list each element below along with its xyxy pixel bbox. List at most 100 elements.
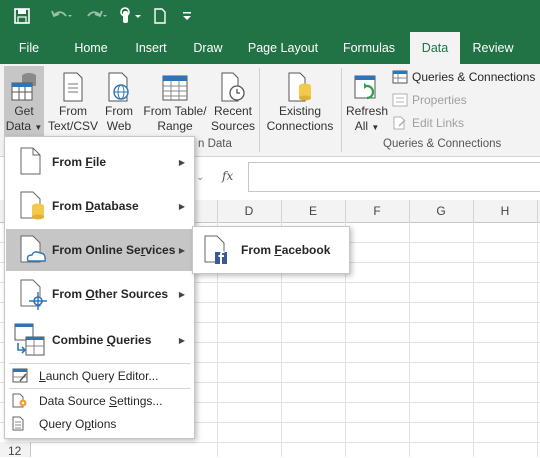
edit-links-label: Edit Links: [412, 116, 465, 130]
undo-icon[interactable]: [48, 6, 74, 26]
from-text-csv-label-1: From: [59, 104, 87, 118]
chevron-right-icon: ▶: [178, 201, 185, 211]
menu-item-label: From Database: [52, 199, 139, 213]
menu-item-combine-queries[interactable]: Combine Queries ▶: [6, 319, 193, 361]
column-header-e[interactable]: E: [281, 200, 346, 222]
existing-connections-icon: [287, 72, 313, 102]
formula-bar-dropdown-icon[interactable]: ⌄: [196, 168, 246, 188]
menu-item-from-online-services[interactable]: From Online Services ▶: [6, 229, 193, 271]
tab-home[interactable]: Home: [64, 32, 118, 64]
chevron-right-icon: ▶: [178, 289, 185, 299]
recent-sources-label-1: Recent: [213, 104, 253, 118]
combine-queries-icon: [14, 323, 45, 356]
tab-formulas[interactable]: Formulas: [334, 32, 404, 64]
get-data-label-1: Get: [14, 104, 34, 118]
properties-icon: [392, 93, 408, 107]
customize-qat-icon[interactable]: [180, 6, 194, 26]
from-table-range-label-1: From Table/: [143, 104, 207, 118]
menu-item-from-other-sources[interactable]: From Other Sources ▶: [6, 273, 193, 315]
from-web-label-2: Web: [106, 119, 132, 133]
group-label-queries-connections: Queries & Connections: [383, 138, 502, 150]
edit-links-button[interactable]: Edit Links: [392, 116, 464, 130]
get-data-button[interactable]: Get Data ▼: [4, 66, 44, 136]
from-table-range-label-2: Range: [157, 119, 193, 133]
save-icon[interactable]: [12, 6, 32, 26]
menu-item-query-options[interactable]: Query Options: [6, 413, 193, 434]
properties-label: Properties: [412, 93, 467, 107]
column-header-f[interactable]: F: [345, 200, 410, 222]
menu-item-label: Query Options: [39, 416, 117, 431]
insert-function-button[interactable]: fx: [222, 166, 238, 186]
formula-input[interactable]: [248, 162, 540, 192]
file-icon: [20, 147, 41, 175]
tab-review[interactable]: Review: [466, 32, 520, 64]
data-source-settings-icon: [12, 393, 27, 408]
chevron-right-icon: ▶: [178, 335, 185, 345]
row-header[interactable]: 12: [0, 442, 31, 458]
menu-item-from-database[interactable]: From Database ▶: [6, 185, 193, 227]
tab-page-layout[interactable]: Page Layout: [240, 32, 326, 64]
existing-connections-label-2: Connections: [266, 119, 334, 133]
menu-item-launch-query-editor[interactable]: Launch Query Editor...: [6, 365, 193, 386]
recent-sources-label-2: Sources: [210, 119, 256, 133]
group-label-get-transform: n Data: [198, 138, 232, 150]
menu-item-label: From Facebook: [241, 243, 331, 257]
menu-item-data-source-settings[interactable]: Data Source Settings...: [6, 390, 193, 411]
from-web-button[interactable]: From Web: [100, 66, 138, 134]
menu-item-from-facebook[interactable]: From Facebook: [194, 231, 348, 269]
ribbon-separator: [259, 68, 260, 152]
column-header-h[interactable]: H: [473, 200, 538, 222]
from-text-csv-button[interactable]: From Text/CSV: [46, 66, 100, 134]
existing-connections-button[interactable]: Existing Connections: [262, 66, 338, 134]
database-icon: [20, 191, 44, 220]
table-icon: [161, 72, 189, 102]
redo-icon[interactable]: [84, 6, 110, 26]
new-document-icon[interactable]: [152, 6, 168, 26]
edit-links-icon: [393, 116, 406, 130]
menu-item-label: From Other Sources: [52, 287, 169, 301]
web-icon: [107, 72, 131, 102]
ribbon-tabs: File Home Insert Draw Page Layout Formul…: [0, 32, 540, 64]
menu-item-label: From File: [52, 155, 107, 169]
tab-insert[interactable]: Insert: [126, 32, 176, 64]
touch-mode-icon[interactable]: [116, 6, 144, 26]
row-header-label: 12: [8, 444, 22, 458]
recent-sources-button[interactable]: Recent Sources: [210, 66, 256, 134]
column-header-d[interactable]: D: [217, 200, 282, 222]
from-text-csv-label-2: Text/CSV: [47, 119, 98, 133]
menu-item-label: Combine Queries: [52, 333, 152, 347]
text-file-icon: [62, 72, 84, 102]
menu-item-label: From Online Services: [52, 243, 176, 257]
query-options-icon: [12, 416, 24, 431]
queries-connections-button[interactable]: Queries & Connections: [392, 70, 535, 84]
from-table-range-button[interactable]: From Table/ Range: [140, 66, 210, 134]
other-sources-icon: [20, 279, 47, 310]
queries-connections-icon: [392, 70, 408, 84]
menu-item-from-file[interactable]: From File ▶: [6, 141, 193, 183]
chevron-right-icon: ▶: [178, 157, 185, 167]
refresh-all-label-2: All ▼: [354, 119, 380, 133]
existing-connections-label-1: Existing: [278, 104, 322, 118]
get-data-menu: From File ▶ From Database ▶ From Online …: [4, 136, 195, 439]
grid-line: [0, 442, 540, 443]
properties-button[interactable]: Properties: [392, 93, 467, 107]
online-services-submenu: From Facebook: [192, 226, 350, 274]
tab-file[interactable]: File: [4, 32, 54, 64]
query-editor-icon: [12, 368, 28, 383]
menu-separator: [9, 388, 190, 389]
queries-connections-label: Queries & Connections: [412, 70, 536, 84]
tab-data[interactable]: Data: [410, 32, 460, 64]
menu-item-label: Launch Query Editor...: [39, 368, 159, 383]
menu-item-label: Data Source Settings...: [39, 393, 163, 408]
column-header-g[interactable]: G: [409, 200, 474, 222]
refresh-icon: [353, 72, 381, 102]
recent-sources-icon: [220, 72, 246, 102]
facebook-icon: [204, 235, 227, 264]
refresh-all-label-1: Refresh: [345, 104, 389, 118]
refresh-all-button[interactable]: Refresh All ▼: [344, 66, 390, 135]
menu-separator: [9, 363, 190, 364]
get-data-label-2: Data ▼: [5, 119, 43, 133]
ribbon-separator: [341, 68, 342, 152]
chevron-right-icon: ▶: [178, 245, 185, 255]
tab-draw[interactable]: Draw: [184, 32, 232, 64]
